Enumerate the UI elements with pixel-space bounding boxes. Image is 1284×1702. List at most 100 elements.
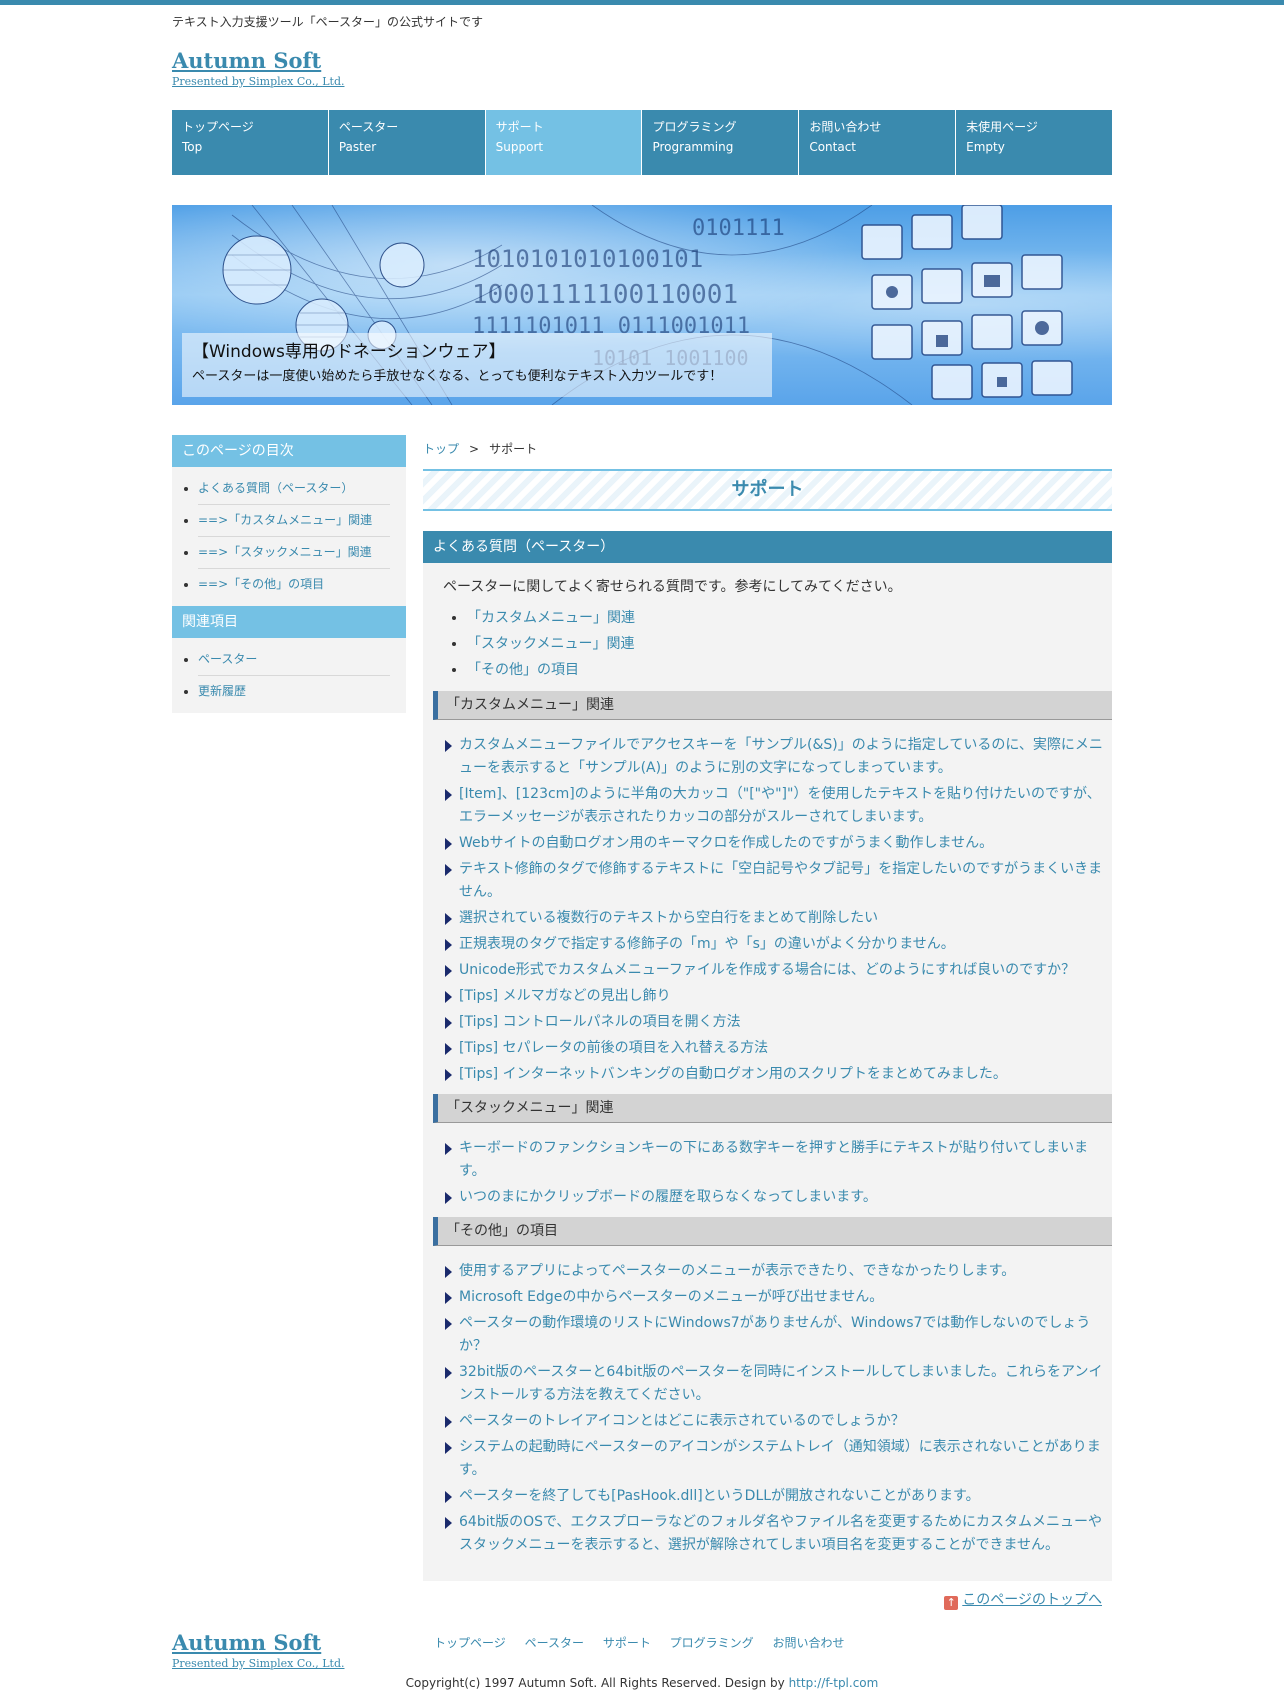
nav-item-jp: お問い合わせ [809, 120, 882, 134]
sidebar-toc-item: よくある質問（ペースター） [198, 473, 390, 505]
svg-text:1010101010100101: 1010101010100101 [472, 245, 703, 273]
sidebar-toc-link[interactable]: ==>「スタックメニュー」関連 [198, 545, 372, 559]
breadcrumb-current: サポート [489, 442, 538, 456]
nav-item-en: Contact [809, 140, 856, 154]
sidebar-related-link[interactable]: ペースター [198, 652, 257, 666]
footer-nav-top[interactable]: トップページ [434, 1636, 506, 1650]
faq-question-list: 使用するアプリによってペースターのメニューが表示できたり、できなかったりします。… [433, 1260, 1112, 1557]
hero-caption: 【Windows専用のドネーションウェア】 ペースターは一度使い始めたら手放せな… [182, 333, 772, 397]
svg-text:10001111100110001: 10001111100110001 [472, 280, 738, 310]
faq-anchor-link[interactable]: 「スタックメニュー」関連 [467, 631, 1112, 657]
triangle-right-icon [445, 913, 452, 925]
faq-question[interactable]: ペースターの動作環境のリストにWindows7がありませんが、Windows7で… [445, 1312, 1108, 1358]
triangle-right-icon [445, 991, 452, 1003]
nav-item-top[interactable]: トップページ Top [172, 110, 329, 175]
faq-question[interactable]: テキスト修飾のタグで修飾するテキストに「空白記号やタブ記号」を指定したいのですが… [445, 858, 1108, 904]
breadcrumb-separator: > [469, 442, 480, 456]
footer: Autumn Soft Presented by Simplex Co., Lt… [172, 1630, 1112, 1670]
nav-item-empty[interactable]: 未使用ページ Empty [956, 110, 1112, 175]
faq-question[interactable]: システムの起動時にペースターのアイコンがシステムトレイ（通知領域）に表示されない… [445, 1436, 1108, 1482]
faq-question-list: キーボードのファンクションキーの下にある数字キーを押すと勝手にテキストが貼り付い… [433, 1137, 1112, 1209]
nav-item-en: Programming [652, 140, 734, 154]
main-content: トップ > サポート サポート よくある質問（ペースター） ペースターに関してよく寄… [423, 435, 1112, 1610]
nav-item-support[interactable]: サポート Support [485, 110, 643, 175]
nav-item-jp: ペースター [338, 120, 399, 134]
faq-question[interactable]: 32bit版のペースターと64bit版のペースターを同時にインストールしてしまい… [445, 1361, 1108, 1407]
faq-question[interactable]: [Tips] コントロールパネルの項目を開く方法 [445, 1011, 1108, 1034]
breadcrumb: トップ > サポート [423, 435, 1112, 463]
triangle-right-icon [445, 1367, 452, 1379]
faq-anchor-link[interactable]: 「カスタムメニュー」関連 [467, 605, 1112, 631]
hero-text: ペースターは一度使い始めたら手放せなくなる、とっても便利なテキスト入力ツールです… [192, 369, 723, 384]
footer-nav-support[interactable]: サポート [603, 1636, 651, 1650]
faq-question[interactable]: いつのまにかクリップボードの履歴を取らなくなってしまいます。 [445, 1186, 1108, 1209]
sidebar-related-list: ペースター 更新履歴 [172, 638, 406, 713]
sidebar-toc-link[interactable]: ==>「カスタムメニュー」関連 [198, 513, 372, 527]
arrow-up-icon: ↑ [944, 1596, 959, 1610]
nav-item-en: Top [182, 140, 203, 154]
triangle-right-icon [445, 1192, 452, 1204]
faq-question[interactable]: Microsoft Edgeの中からペースターのメニューが呼び出せません。 [445, 1286, 1108, 1309]
footer-nav-paster[interactable]: ペースター [525, 1636, 584, 1650]
triangle-right-icon [445, 1442, 452, 1454]
triangle-right-icon [445, 838, 452, 850]
faq-question[interactable]: [Tips] セパレータの前後の項目を入れ替える方法 [445, 1037, 1108, 1060]
copyright-text: Copyright(c) 1997 Autumn Soft. All Right… [405, 1676, 789, 1690]
triangle-right-icon [445, 1416, 452, 1428]
nav-item-contact[interactable]: お問い合わせ Contact [799, 110, 957, 175]
faq-question[interactable]: 使用するアプリによってペースターのメニューが表示できたり、できなかったりします。 [445, 1260, 1108, 1283]
sidebar-toc-item: ==>「スタックメニュー」関連 [198, 537, 390, 569]
faq-question[interactable]: ペースターのトレイアイコンとはどこに表示されているのでしょうか？ [445, 1410, 1108, 1433]
faq-question[interactable]: カスタムメニューファイルでアクセスキーを「サンプル(&S)」のように指定している… [445, 734, 1108, 780]
faq-body: ペースターに関してよく寄せられる質問です。参考にしてみてください。 「カスタムメ… [423, 563, 1112, 1581]
faq-question[interactable]: キーボードのファンクションキーの下にある数字キーを押すと勝手にテキストが貼り付い… [445, 1137, 1108, 1183]
page-top-link[interactable]: このページのトップへ [962, 1592, 1102, 1608]
faq-question[interactable]: [Tips] インターネットバンキングの自動ログオン用のスクリプトをまとめてみま… [445, 1063, 1108, 1086]
faq-question[interactable]: 正規表現のタグで指定する修飾子の「m」や「s」の違いがよく分かりません。 [445, 933, 1108, 956]
design-credit-link[interactable]: http://f-tpl.com [789, 1676, 879, 1690]
breadcrumb-home[interactable]: トップ [423, 442, 459, 456]
global-nav: トップページ Top ペースター Paster サポート Support プログ… [172, 110, 1112, 175]
nav-item-jp: サポート [495, 120, 544, 134]
triangle-right-icon [445, 1491, 452, 1503]
triangle-right-icon [445, 1017, 452, 1029]
triangle-right-icon [445, 864, 452, 876]
copyright: Copyright(c) 1997 Autumn Soft. All Right… [0, 1676, 1284, 1690]
sidebar-toc-link[interactable]: よくある質問（ペースター） [198, 481, 353, 495]
triangle-right-icon [445, 789, 452, 801]
triangle-right-icon [445, 939, 452, 951]
triangle-right-icon [445, 1318, 452, 1330]
nav-item-jp: トップページ [182, 120, 254, 134]
faq-intro: ペースターに関してよく寄せられる質問です。参考にしてみてください。 [443, 579, 902, 595]
sidebar-related-item: ペースター [198, 644, 390, 676]
faq-section-other: 「その他」の項目 [433, 1217, 1112, 1246]
faq-anchor-link[interactable]: 「その他」の項目 [467, 657, 1112, 683]
faq-question[interactable]: Webサイトの自動ログオン用のキーマクロを作成したのですがうまく動作しません。 [445, 832, 1108, 855]
content-area: このページの目次 よくある質問（ペースター） ==>「カスタムメニュー」関連 =… [172, 435, 1112, 1610]
faq-question[interactable]: ペースターを終了しても[PasHook.dll]というDLLが開放されないことが… [445, 1485, 1108, 1508]
footer-nav-programming[interactable]: プログラミング [670, 1636, 754, 1650]
sidebar-toc-link[interactable]: ==>「その他」の項目 [198, 577, 324, 591]
triangle-right-icon [445, 1043, 452, 1055]
faq-question[interactable]: 64bit版のOSで、エクスプローラなどのフォルダ名やファイル名を変更するために… [445, 1511, 1108, 1557]
faq-question[interactable]: [Tips] メルマガなどの見出し飾り [445, 985, 1108, 1008]
sidebar-related-link[interactable]: 更新履歴 [198, 684, 246, 698]
faq-anchor-list: 「カスタムメニュー」関連 「スタックメニュー」関連 「その他」の項目 [433, 605, 1112, 683]
svg-text:0101111: 0101111 [692, 216, 785, 241]
page-top-link-row: ↑ このページのトップへ [423, 1589, 1112, 1610]
sidebar-related-title: 関連項目 [172, 606, 406, 638]
triangle-right-icon [445, 1517, 452, 1529]
faq-question[interactable]: 選択されている複数行のテキストから空白行をまとめて削除したい [445, 907, 1108, 930]
faq-question[interactable]: Unicode形式でカスタムメニューファイルを作成する場合には、どのようにすれば… [445, 959, 1108, 982]
site-logo[interactable]: Autumn Soft [172, 48, 321, 73]
site-logo-sub[interactable]: Presented by Simplex Co., Ltd. [172, 75, 1112, 88]
nav-item-en: Paster [338, 140, 377, 154]
nav-item-paster[interactable]: ペースター Paster [328, 110, 486, 175]
faq-question[interactable]: [Item]、[123cm]のように半角の大カッコ（"["や"]"）を使用したテ… [445, 783, 1108, 829]
page-wrapper: テキスト入力支援ツール「ペースター」の公式サイトです Autumn Soft P… [172, 12, 1112, 1610]
page-title: サポート [423, 469, 1112, 511]
triangle-right-icon [445, 1143, 452, 1155]
nav-item-programming[interactable]: プログラミング Programming [642, 110, 800, 175]
footer-logo-sub[interactable]: Presented by Simplex Co., Ltd. [172, 1657, 1112, 1670]
footer-nav-contact[interactable]: お問い合わせ [773, 1636, 845, 1650]
